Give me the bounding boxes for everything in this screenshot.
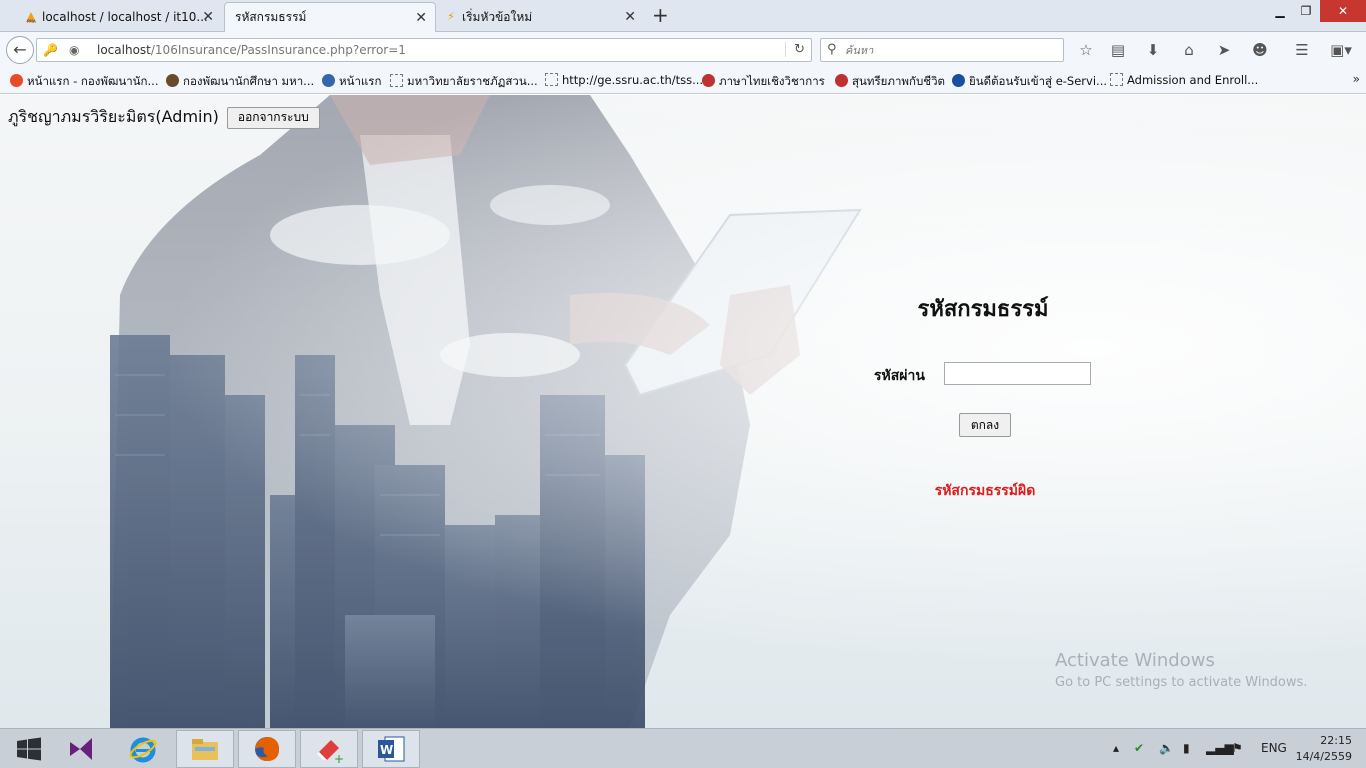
bookmark-item[interactable]: ยินดีต้อนรับเข้าสู่ e-Servi...: [952, 73, 1107, 91]
bookmark-star-icon[interactable]: ☆: [1076, 40, 1096, 60]
close-icon[interactable]: ✕: [415, 11, 427, 25]
search-icon: ⚲: [827, 42, 837, 57]
chat-icon[interactable]: ☻: [1250, 40, 1270, 60]
file-explorer-icon[interactable]: [176, 730, 234, 768]
word-icon[interactable]: W: [362, 730, 420, 768]
bookmark-item[interactable]: Admission and Enroll...: [1110, 73, 1258, 87]
minimize-button[interactable]: ▁: [1268, 0, 1292, 22]
search-input[interactable]: [845, 42, 1055, 58]
globe-icon: [322, 74, 335, 87]
window-close-button[interactable]: ✕: [1320, 0, 1366, 22]
send-icon[interactable]: ➤: [1214, 40, 1234, 60]
key-icon[interactable]: 🔑: [43, 43, 58, 57]
bookmark-item[interactable]: มหาวิทยาลัยราชภัฏสวน...: [390, 73, 538, 91]
tab-label: localhost / localhost / it10...: [42, 10, 208, 24]
seal-icon: [702, 74, 715, 87]
extension-icon[interactable]: ▣▾: [1326, 40, 1356, 60]
reload-icon[interactable]: ↻: [785, 42, 805, 57]
svg-text:+: +: [334, 752, 344, 764]
clock[interactable]: 22:15 14/4/2559: [1296, 733, 1352, 765]
bookmark-item[interactable]: สุนทรียภาพกับชีวิต: [835, 73, 945, 91]
bookmarks-bar: หน้าแรก - กองพัฒนานัก... กองพัฒนานักศึกษ…: [0, 68, 1366, 94]
page-icon: [1110, 73, 1123, 86]
watermark-title: Activate Windows: [1055, 650, 1215, 671]
page-icon: [390, 74, 403, 87]
menu-icon[interactable]: ☰: [1292, 40, 1312, 60]
user-name: ภูริชญาภมรวิริยะมิตร(Admin): [8, 107, 219, 126]
close-icon[interactable]: ✕: [202, 10, 214, 24]
user-bar: ภูริชญาภมรวิริยะมิตร(Admin) ออกจากระบบ: [8, 105, 320, 130]
password-label: รหัสผ่าน: [874, 368, 925, 384]
network-check-icon[interactable]: ✔: [1134, 741, 1144, 755]
seal-icon: [166, 74, 179, 87]
lightning-icon: ⚡: [447, 10, 455, 23]
tab-phpmyadmin[interactable]: PMA localhost / localhost / it10... ✕: [18, 2, 222, 32]
tab-label: เริ่มหัวข้อใหม่: [462, 9, 533, 24]
url-bar[interactable]: 🔑 ◉ localhost/106Insurance/PassInsurance…: [36, 38, 812, 62]
background-glow: [0, 95, 1366, 728]
new-tab-button[interactable]: +: [652, 4, 669, 26]
page-content: ภูริชญาภมรวิริยะมิตร(Admin) ออกจากระบบ ร…: [0, 95, 1366, 728]
back-button[interactable]: ←: [6, 36, 34, 64]
chevron-more-icon[interactable]: »: [1353, 72, 1360, 86]
password-input[interactable]: [944, 362, 1091, 385]
svg-text:PMA: PMA: [27, 19, 36, 24]
phpmyadmin-icon: PMA: [24, 10, 38, 24]
bookmark-item[interactable]: หน้าแรก - กองพัฒนานัก...: [10, 73, 158, 91]
clock-date: 14/4/2559: [1295, 750, 1352, 763]
bookmark-item[interactable]: ภาษาไทยเชิงวิชาการ: [702, 73, 825, 91]
bookmark-item[interactable]: กองพัฒนานักศึกษา มหา...: [166, 73, 314, 91]
logout-button[interactable]: ออกจากระบบ: [226, 106, 320, 129]
download-icon[interactable]: ⬇: [1143, 40, 1163, 60]
tab-strip: PMA localhost / localhost / it10... ✕ รห…: [0, 0, 1366, 32]
page-icon: [545, 73, 558, 86]
activate-windows-watermark: Activate Windows Go to PC settings to ac…: [1055, 650, 1307, 690]
form-title: รหัสกรมธรรม์: [917, 297, 1049, 322]
restore-button[interactable]: ❐: [1294, 0, 1318, 22]
close-icon[interactable]: ✕: [624, 10, 636, 24]
home-icon[interactable]: ⌂: [1179, 40, 1199, 60]
bookmark-item[interactable]: http://ge.ssru.ac.th/tss...: [545, 73, 703, 87]
firefox-icon[interactable]: [238, 730, 296, 768]
watermark-subtitle: Go to PC settings to activate Windows.: [1055, 675, 1308, 690]
service-icon: [952, 74, 965, 87]
bookmark-item[interactable]: หน้าแรก: [322, 73, 381, 91]
chevron-up-icon[interactable]: ▴: [1113, 741, 1119, 755]
windows-start-icon[interactable]: [0, 730, 58, 768]
error-message: รหัสกรมธรรม์ผิด: [934, 483, 1036, 499]
eraser-app-icon[interactable]: +: [300, 730, 358, 768]
tab-new-topic[interactable]: ⚡ เริ่มหัวข้อใหม่ ✕: [438, 2, 644, 32]
flag-icon[interactable]: ⚑: [1232, 741, 1243, 755]
tab-label: รหัสกรมธรรม์: [235, 10, 307, 24]
battery-icon[interactable]: ▮: [1183, 741, 1190, 755]
search-bar[interactable]: ⚲: [820, 38, 1064, 62]
globe-icon[interactable]: ◉: [69, 43, 79, 57]
visual-studio-icon[interactable]: [52, 730, 110, 768]
seal-icon: [835, 74, 848, 87]
tab-policy-code[interactable]: รหัสกรมธรรม์ ✕: [224, 2, 436, 32]
svg-text:W: W: [380, 743, 393, 757]
taskbar: + W ▴ ✔ 🔈 ▮ ▂▄▆ ⚑ ENG 22:15 14/4/2559: [0, 728, 1366, 768]
clock-time: 22:15: [1320, 734, 1352, 747]
signal-icon[interactable]: ▂▄▆: [1206, 741, 1234, 755]
internet-explorer-icon[interactable]: [114, 730, 172, 768]
speaker-icon[interactable]: 🔈: [1159, 741, 1174, 755]
navigation-bar: ← 🔑 ◉ localhost/106Insurance/PassInsuran…: [0, 32, 1366, 68]
url-text[interactable]: localhost/106Insurance/PassInsurance.php…: [97, 43, 406, 57]
ok-button[interactable]: ตกลง: [959, 413, 1011, 437]
language-indicator[interactable]: ENG: [1261, 741, 1287, 755]
joomla-icon: [10, 74, 23, 87]
reading-list-icon[interactable]: ▤: [1108, 40, 1128, 60]
